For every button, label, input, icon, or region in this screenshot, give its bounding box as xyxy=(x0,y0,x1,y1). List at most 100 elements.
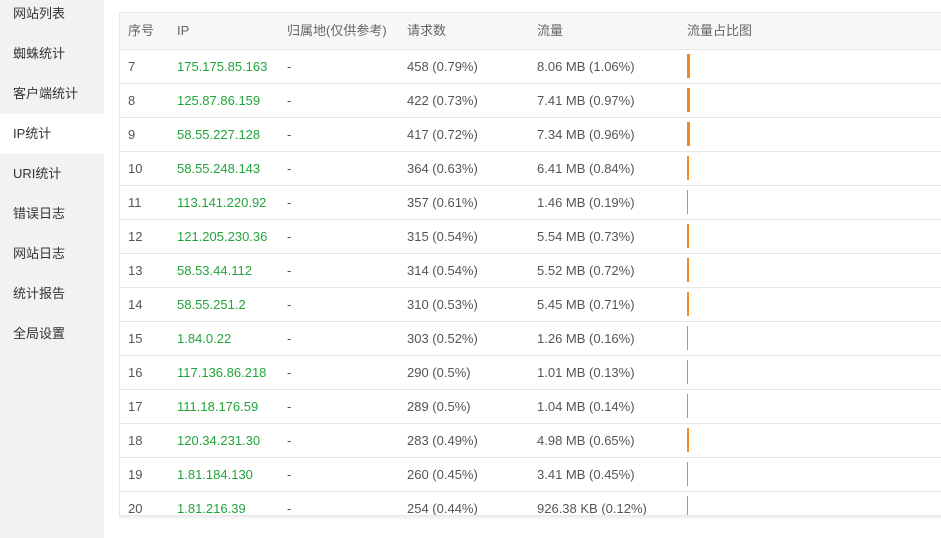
cell-location: - xyxy=(287,161,292,176)
cell-traffic: 1.01 MB (0.13%) xyxy=(537,365,635,380)
sidebar-item-label: 统计报告 xyxy=(13,286,66,301)
sidebar-item-ip-stats[interactable]: IP统计 xyxy=(0,114,104,154)
table-row: 7 175.175.85.163 - 458 (0.79%) 8.06 MB (1.06… xyxy=(120,50,941,84)
column-header-traffic: 流量 xyxy=(537,23,564,38)
cell-index: 16 xyxy=(128,365,143,380)
sidebar-item-label: 网站列表 xyxy=(13,6,66,21)
cell-ip[interactable]: 113.141.220.92 xyxy=(177,186,266,219)
sidebar-item-label: IP统计 xyxy=(13,126,52,141)
cell-requests: 310 (0.53%) xyxy=(407,297,478,312)
cell-ip[interactable]: 58.53.44.112 xyxy=(177,254,252,287)
table-row: 13 58.53.44.112 - 314 (0.54%) 5.52 MB (0.72%… xyxy=(120,254,941,288)
traffic-share-bar xyxy=(687,292,689,316)
cell-requests: 314 (0.54%) xyxy=(407,263,478,278)
cell-index: 18 xyxy=(128,433,143,448)
cell-index: 20 xyxy=(128,501,143,516)
cell-ip[interactable]: 121.205.230.36 xyxy=(177,220,267,253)
cell-traffic: 1.04 MB (0.14%) xyxy=(537,399,635,414)
cell-ip[interactable]: 1.84.0.22 xyxy=(177,322,231,355)
cell-traffic: 926.38 KB (0.12%) xyxy=(537,501,647,516)
cell-requests: 283 (0.49%) xyxy=(407,433,478,448)
traffic-share-bar xyxy=(687,54,690,78)
cell-requests: 260 (0.45%) xyxy=(407,467,478,482)
sidebar-item-label: 全局设置 xyxy=(13,326,66,341)
cell-ip[interactable]: 58.55.248.143 xyxy=(177,152,260,185)
traffic-share-bar xyxy=(687,258,689,282)
cell-index: 12 xyxy=(128,229,143,244)
table-row: 20 1.81.216.39 - 254 (0.44%) 926.38 KB (0.12… xyxy=(120,492,941,516)
cell-requests: 364 (0.63%) xyxy=(407,161,478,176)
cell-index: 19 xyxy=(128,467,143,482)
table-row: 11 113.141.220.92 - 357 (0.61%) 1.46 MB (0.1… xyxy=(120,186,941,220)
traffic-share-bar xyxy=(687,190,688,214)
sidebar-item-client-stats[interactable]: 客户端统计 xyxy=(0,74,104,114)
cell-traffic: 7.34 MB (0.96%) xyxy=(537,127,635,142)
cell-traffic: 7.41 MB (0.97%) xyxy=(537,93,635,108)
cell-index: 9 xyxy=(128,127,136,142)
cell-ip[interactable]: 1.81.216.39 xyxy=(177,492,246,515)
cell-location: - xyxy=(287,297,292,312)
cell-ip[interactable]: 125.87.86.159 xyxy=(177,84,260,117)
column-header-index: 序号 xyxy=(128,23,155,38)
traffic-share-bar xyxy=(687,394,688,418)
cell-location: - xyxy=(287,467,292,482)
cell-location: - xyxy=(287,365,292,380)
cell-requests: 422 (0.73%) xyxy=(407,93,478,108)
traffic-share-bar xyxy=(687,428,689,452)
cell-traffic: 5.52 MB (0.72%) xyxy=(537,263,635,278)
column-header-ip: IP xyxy=(177,23,190,38)
table-row: 14 58.55.251.2 - 310 (0.53%) 5.45 MB (0.71%) xyxy=(120,288,941,322)
traffic-share-bar xyxy=(687,224,689,248)
cell-ip[interactable]: 117.136.86.218 xyxy=(177,356,266,389)
column-header-requests: 请求数 xyxy=(407,23,447,38)
table-bottom-shadow xyxy=(119,515,941,520)
sidebar-item-label: 错误日志 xyxy=(13,206,66,221)
cell-location: - xyxy=(287,93,292,108)
cell-traffic: 4.98 MB (0.65%) xyxy=(537,433,635,448)
cell-location: - xyxy=(287,501,292,516)
sidebar-item-stats-report[interactable]: 统计报告 xyxy=(0,274,104,314)
cell-ip[interactable]: 58.55.251.2 xyxy=(177,288,246,321)
cell-ip[interactable]: 1.81.184.130 xyxy=(177,458,253,491)
cell-location: - xyxy=(287,433,292,448)
table-row: 9 58.55.227.128 - 417 (0.72%) 7.34 MB (0.96%… xyxy=(120,118,941,152)
cell-traffic: 5.45 MB (0.71%) xyxy=(537,297,635,312)
cell-ip[interactable]: 175.175.85.163 xyxy=(177,50,267,83)
sidebar-item-label: 客户端统计 xyxy=(13,86,79,101)
cell-requests: 290 (0.5%) xyxy=(407,365,471,380)
table-header: 序号 IP 归属地(仅供参考) 请求数 流量 流量占比图 xyxy=(120,13,941,50)
cell-location: - xyxy=(287,399,292,414)
cell-location: - xyxy=(287,195,292,210)
cell-ip[interactable]: 120.34.231.30 xyxy=(177,424,260,457)
sidebar-item-global-settings[interactable]: 全局设置 xyxy=(0,314,104,354)
table-row: 18 120.34.231.30 - 283 (0.49%) 4.98 MB (0.65… xyxy=(120,424,941,458)
traffic-share-bar xyxy=(687,496,688,515)
cell-ip[interactable]: 111.18.176.59 xyxy=(177,390,258,423)
cell-requests: 289 (0.5%) xyxy=(407,399,471,414)
ip-stats-table: 序号 IP 归属地(仅供参考) 请求数 流量 流量占比图 7 175.175.85… xyxy=(119,12,941,516)
cell-traffic: 6.41 MB (0.84%) xyxy=(537,161,635,176)
sidebar-item-spider-stats[interactable]: 蜘蛛统计 xyxy=(0,34,104,74)
table-row: 8 125.87.86.159 - 422 (0.73%) 7.41 MB (0.97%… xyxy=(120,84,941,118)
table-row: 12 121.205.230.36 - 315 (0.54%) 5.54 MB (0.7… xyxy=(120,220,941,254)
sidebar-item-site-list[interactable]: 网站列表 xyxy=(0,0,104,34)
traffic-share-bar xyxy=(687,326,688,350)
cell-requests: 254 (0.44%) xyxy=(407,501,478,516)
cell-requests: 357 (0.61%) xyxy=(407,195,478,210)
table-row: 10 58.55.248.143 - 364 (0.63%) 6.41 MB (0.84… xyxy=(120,152,941,186)
table-row: 16 117.136.86.218 - 290 (0.5%) 1.01 MB (0.13… xyxy=(120,356,941,390)
sidebar-item-site-log[interactable]: 网站日志 xyxy=(0,234,104,274)
sidebar-item-label: URI统计 xyxy=(13,166,62,181)
sidebar-item-uri-stats[interactable]: URI统计 xyxy=(0,154,104,194)
cell-location: - xyxy=(287,229,292,244)
sidebar-item-error-log[interactable]: 错误日志 xyxy=(0,194,104,234)
cell-ip[interactable]: 58.55.227.128 xyxy=(177,118,260,151)
cell-index: 14 xyxy=(128,297,143,312)
cell-location: - xyxy=(287,59,292,74)
sidebar: 网站列表 蜘蛛统计 客户端统计 IP统计 URI统计 错误日志 网站日志 统计报… xyxy=(0,0,104,538)
cell-requests: 303 (0.52%) xyxy=(407,331,478,346)
cell-index: 10 xyxy=(128,161,143,176)
cell-index: 13 xyxy=(128,263,143,278)
cell-traffic: 5.54 MB (0.73%) xyxy=(537,229,635,244)
sidebar-item-label: 蜘蛛统计 xyxy=(13,46,66,61)
